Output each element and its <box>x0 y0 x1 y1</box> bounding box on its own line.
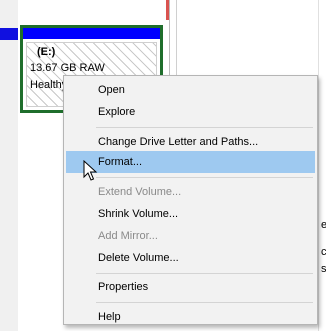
menu-item-help[interactable]: Help <box>66 306 315 328</box>
menu-item-shrink-volume[interactable]: Shrink Volume... <box>66 203 315 225</box>
menu-separator <box>96 177 313 178</box>
menu-item-explore[interactable]: Explore <box>66 101 315 123</box>
partition-status: Healthy <box>30 79 68 91</box>
menu-item-extend-volume[interactable]: Extend Volume... <box>66 181 315 203</box>
menu-separator <box>96 273 313 274</box>
menu-item-label: Add Mirror... <box>98 230 158 242</box>
menu-item-label: Open <box>98 84 125 96</box>
disk-list-panel <box>0 0 18 331</box>
menu-item-label: Extend Volume... <box>98 186 182 198</box>
mouse-pointer-icon <box>83 160 98 181</box>
menu-item-label: Change Drive Letter and Paths... <box>98 136 259 148</box>
menu-separator <box>96 127 313 128</box>
menu-item-label: Explore <box>98 106 136 118</box>
menu-item-add-mirror[interactable]: Add Mirror... <box>66 225 315 247</box>
menu-separator <box>96 302 313 303</box>
menu-item-label: Properties <box>98 281 149 293</box>
menu-item-delete-volume[interactable]: Delete Volume... <box>66 247 315 269</box>
background-text-fragment: e <box>321 219 326 231</box>
partition-size: 13.67 GB RAW <box>30 62 105 74</box>
context-menu: Open Explore Change Drive Letter and Pat… <box>63 75 318 325</box>
menu-item-label: Delete Volume... <box>98 252 179 264</box>
menu-item-change-drive-letter[interactable]: Change Drive Letter and Paths... <box>66 131 315 153</box>
menu-item-format[interactable]: Format... <box>66 151 315 173</box>
menu-item-label: Shrink Volume... <box>98 208 179 220</box>
menu-item-open[interactable]: Open <box>66 79 315 101</box>
disk-header-strip <box>0 28 18 40</box>
menu-item-label: Format... <box>98 156 143 168</box>
menu-item-label: Help <box>98 311 121 323</box>
menu-item-properties[interactable]: Properties <box>66 276 315 298</box>
partition-letter: (E:) <box>37 46 56 58</box>
window-edge <box>318 0 319 331</box>
background-text-fragment: s <box>321 263 326 275</box>
partition-header-bar <box>23 28 160 39</box>
background-text-fragment: c <box>321 246 326 258</box>
